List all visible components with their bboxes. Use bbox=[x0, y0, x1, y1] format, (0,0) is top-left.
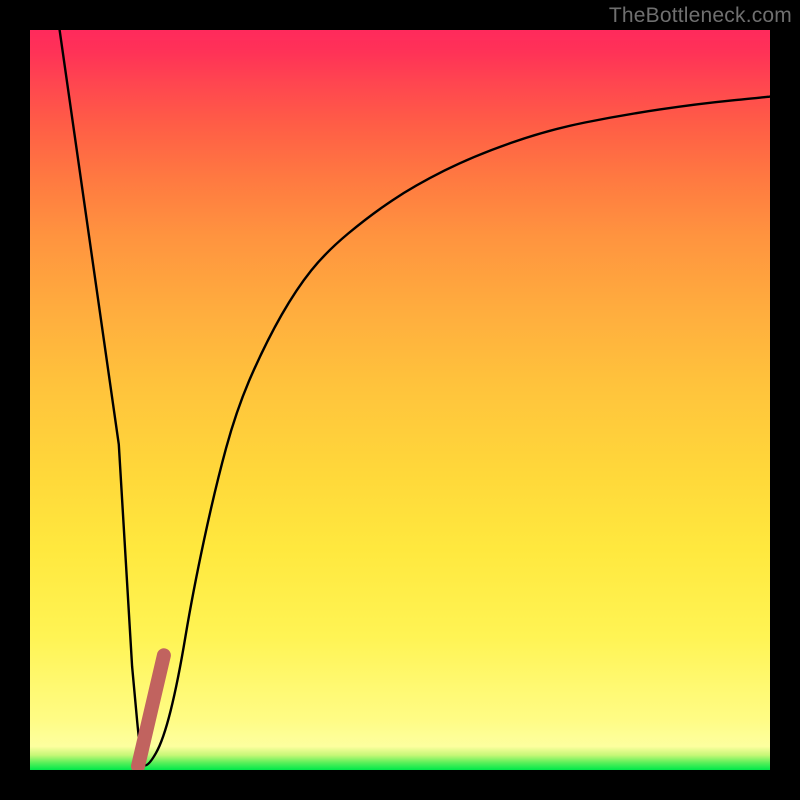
notch-segment bbox=[138, 655, 164, 766]
plot-area bbox=[30, 30, 770, 770]
chart-frame: TheBottleneck.com bbox=[0, 0, 800, 800]
chart-svg bbox=[30, 30, 770, 770]
watermark-text: TheBottleneck.com bbox=[609, 4, 792, 28]
